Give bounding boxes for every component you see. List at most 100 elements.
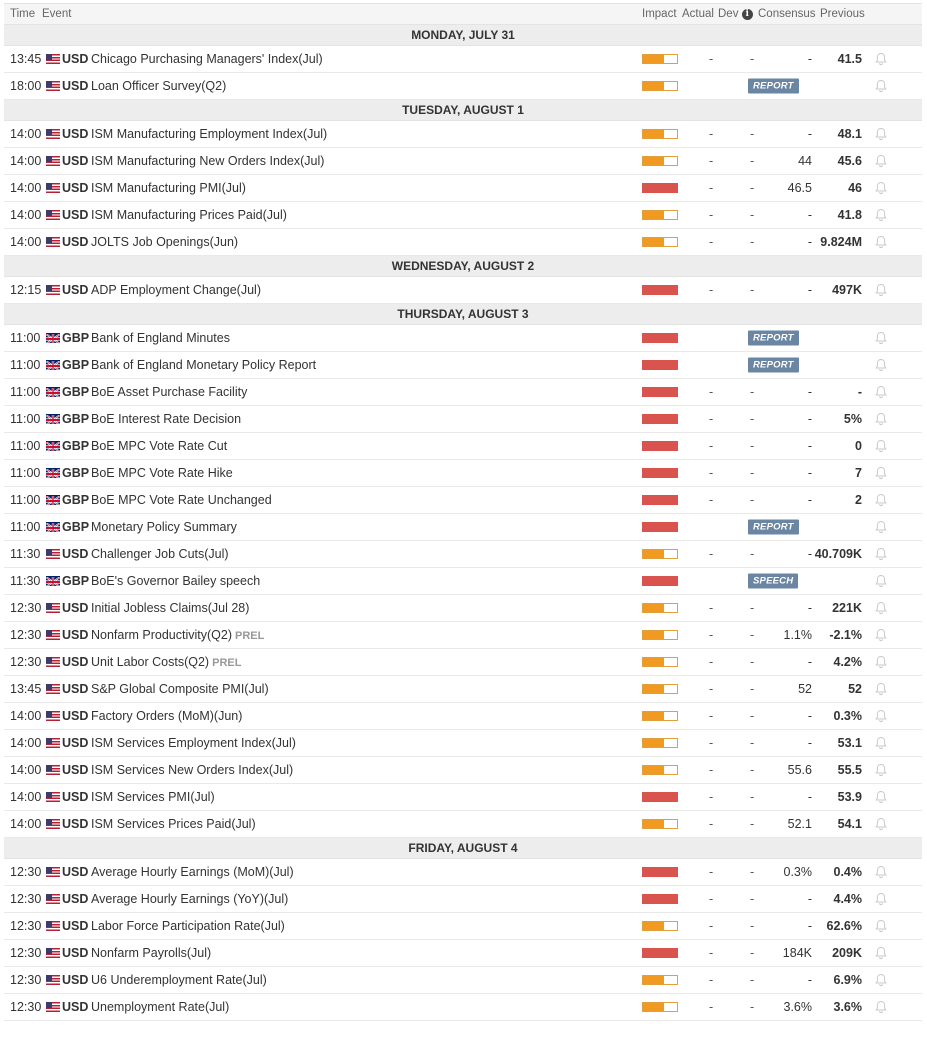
event-name[interactable]: Nonfarm Productivity(Q2) PREL [91, 628, 264, 642]
bell-icon[interactable] [874, 181, 888, 195]
table-row[interactable]: 12:30 USD Nonfarm Payrolls(Jul) - - 184K 209K [4, 940, 922, 967]
table-row[interactable]: 11:00 GBP BoE MPC Vote Rate Unchanged - - - 2 [4, 487, 922, 514]
event-name[interactable]: S&P Global Composite PMI(Jul) [91, 682, 269, 696]
report-badge[interactable]: REPORT [748, 330, 799, 346]
bell-icon[interactable] [874, 865, 888, 879]
table-row[interactable]: 12:30 USD Nonfarm Productivity(Q2) PREL - - 1.… [4, 622, 922, 649]
header-dev[interactable]: Dev i [718, 8, 753, 20]
bell-icon[interactable] [874, 763, 888, 777]
event-name[interactable]: ISM Manufacturing Employment Index(Jul) [91, 127, 327, 141]
bell-icon[interactable] [874, 385, 888, 399]
table-row[interactable]: 11:30 USD Challenger Job Cuts(Jul) - - -40.70… [4, 541, 922, 568]
event-name[interactable]: ISM Manufacturing New Orders Index(Jul) [91, 154, 324, 168]
table-row[interactable]: 14:00 USD ISM Services New Orders Index(Ju… [4, 757, 922, 784]
event-name[interactable]: ISM Services Prices Paid(Jul) [91, 817, 256, 831]
table-row[interactable]: 14:00 USD ISM Services Prices Paid(Jul) - - 5… [4, 811, 922, 838]
report-badge[interactable]: REPORT [748, 357, 799, 373]
header-consensus[interactable]: Consensus [758, 8, 816, 20]
event-name[interactable]: Nonfarm Payrolls(Jul) [91, 946, 211, 960]
event-name[interactable]: ISM Manufacturing PMI(Jul) [91, 181, 246, 195]
table-row[interactable]: 14:00 USD ISM Manufacturing New Orders Ind… [4, 148, 922, 175]
bell-icon[interactable] [874, 547, 888, 561]
event-name[interactable]: BoE Interest Rate Decision [91, 412, 241, 426]
table-row[interactable]: 14:00 USD Factory Orders (MoM)(Jun) - - - 0.3% [4, 703, 922, 730]
header-actual[interactable]: Actual [682, 8, 714, 20]
bell-icon[interactable] [874, 154, 888, 168]
table-row[interactable]: 14:00 USD ISM Services PMI(Jul) - - - 53.9 [4, 784, 922, 811]
table-row[interactable]: 12:15 USD ADP Employment Change(Jul) - - - 497… [4, 277, 922, 304]
table-row[interactable]: 11:30 GBP BoE's Governor Bailey speech SPEE… [4, 568, 922, 595]
bell-icon[interactable] [874, 1000, 888, 1014]
table-row[interactable]: 12:30 USD Initial Jobless Claims(Jul 28) - -… [4, 595, 922, 622]
bell-icon[interactable] [874, 127, 888, 141]
bell-icon[interactable] [874, 235, 888, 249]
event-name[interactable]: ISM Services New Orders Index(Jul) [91, 763, 293, 777]
table-row[interactable]: 12:30 USD Unit Labor Costs(Q2) PREL - - - 4.2% [4, 649, 922, 676]
table-row[interactable]: 12:30 USD Unemployment Rate(Jul) - - 3.6% 3.6% [4, 994, 922, 1021]
info-icon[interactable]: i [741, 9, 753, 20]
event-name[interactable]: Loan Officer Survey(Q2) [91, 79, 226, 93]
header-time[interactable]: Time [10, 8, 35, 20]
event-name[interactable]: ISM Services Employment Index(Jul) [91, 736, 296, 750]
bell-icon[interactable] [874, 493, 888, 507]
event-name[interactable]: Unemployment Rate(Jul) [91, 1000, 229, 1014]
bell-icon[interactable] [874, 208, 888, 222]
event-name[interactable]: BoE's Governor Bailey speech [91, 574, 260, 588]
bell-icon[interactable] [874, 601, 888, 615]
header-impact[interactable]: Impact [642, 8, 677, 20]
bell-icon[interactable] [874, 520, 888, 534]
event-name[interactable]: Monetary Policy Summary [91, 520, 237, 534]
table-row[interactable]: 11:00 GBP BoE MPC Vote Rate Hike - - - 7 [4, 460, 922, 487]
event-name[interactable]: Chicago Purchasing Managers' Index(Jul) [91, 52, 323, 66]
table-row[interactable]: 14:00 USD ISM Manufacturing Employment Ind… [4, 121, 922, 148]
table-row[interactable]: 12:30 USD Average Hourly Earnings (MoM)(Ju… [4, 859, 922, 886]
bell-icon[interactable] [874, 946, 888, 960]
report-badge[interactable]: REPORT [748, 519, 799, 535]
bell-icon[interactable] [874, 358, 888, 372]
bell-icon[interactable] [874, 79, 888, 93]
event-name[interactable]: ISM Services PMI(Jul) [91, 790, 215, 804]
table-row[interactable]: 12:30 USD Labor Force Participation Rate(J… [4, 913, 922, 940]
event-name[interactable]: Bank of England Minutes [91, 331, 230, 345]
bell-icon[interactable] [874, 709, 888, 723]
table-row[interactable]: 13:45 USD S&P Global Composite PMI(Jul) - - 5… [4, 676, 922, 703]
bell-icon[interactable] [874, 52, 888, 66]
event-name[interactable]: JOLTS Job Openings(Jun) [91, 235, 238, 249]
table-row[interactable]: 11:00 GBP Bank of England Monetary Policy … [4, 352, 922, 379]
table-row[interactable]: 12:30 USD Average Hourly Earnings (YoY)(Ju… [4, 886, 922, 913]
header-previous[interactable]: Previous [820, 8, 865, 20]
event-name[interactable]: ADP Employment Change(Jul) [91, 283, 261, 297]
event-name[interactable]: BoE MPC Vote Rate Cut [91, 439, 227, 453]
event-name[interactable]: BoE MPC Vote Rate Unchanged [91, 493, 272, 507]
table-row[interactable]: 14:00 USD ISM Manufacturing Prices Paid(Ju… [4, 202, 922, 229]
bell-icon[interactable] [874, 439, 888, 453]
table-row[interactable]: 14:00 USD ISM Services Employment Index(Ju… [4, 730, 922, 757]
event-name[interactable]: Bank of England Monetary Policy Report [91, 358, 316, 372]
bell-icon[interactable] [874, 331, 888, 345]
bell-icon[interactable] [874, 655, 888, 669]
bell-icon[interactable] [874, 817, 888, 831]
table-row[interactable]: 11:00 GBP BoE Interest Rate Decision - - - 5% [4, 406, 922, 433]
event-name[interactable]: Average Hourly Earnings (MoM)(Jul) [91, 865, 294, 879]
table-row[interactable]: 14:00 USD ISM Manufacturing PMI(Jul) - - 46.5… [4, 175, 922, 202]
bell-icon[interactable] [874, 973, 888, 987]
event-name[interactable]: Initial Jobless Claims(Jul 28) [91, 601, 249, 615]
event-name[interactable]: Challenger Job Cuts(Jul) [91, 547, 229, 561]
bell-icon[interactable] [874, 412, 888, 426]
table-row[interactable]: 12:30 USD U6 Underemployment Rate(Jul) - - - 6… [4, 967, 922, 994]
table-row[interactable]: 11:00 GBP Bank of England Minutes REPORT [4, 325, 922, 352]
speech-badge[interactable]: SPEECH [748, 573, 799, 589]
bell-icon[interactable] [874, 682, 888, 696]
bell-icon[interactable] [874, 574, 888, 588]
bell-icon[interactable] [874, 466, 888, 480]
table-row[interactable]: 18:00 USD Loan Officer Survey(Q2) REPORT [4, 73, 922, 100]
bell-icon[interactable] [874, 736, 888, 750]
event-name[interactable]: Unit Labor Costs(Q2) PREL [91, 655, 241, 669]
table-row[interactable]: 11:00 GBP BoE MPC Vote Rate Cut - - - 0 [4, 433, 922, 460]
bell-icon[interactable] [874, 628, 888, 642]
bell-icon[interactable] [874, 790, 888, 804]
event-name[interactable]: Average Hourly Earnings (YoY)(Jul) [91, 892, 288, 906]
header-event[interactable]: Event [42, 8, 71, 20]
table-row[interactable]: 11:00 GBP Monetary Policy Summary REPORT [4, 514, 922, 541]
event-name[interactable]: Factory Orders (MoM)(Jun) [91, 709, 242, 723]
